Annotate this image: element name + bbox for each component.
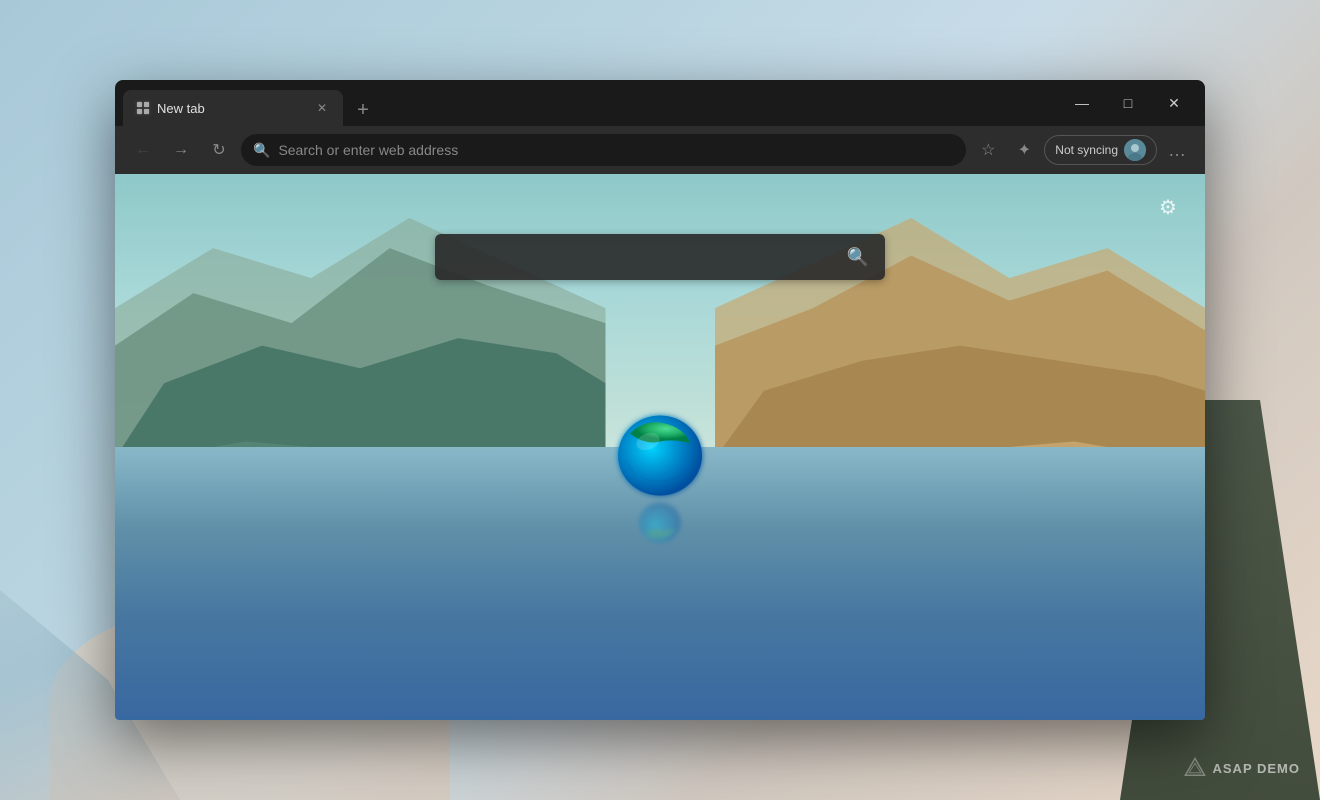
close-button[interactable]: ✕ [1151, 87, 1197, 119]
edge-logo [610, 404, 710, 504]
toolbar: ← → ↻ 🔍 Search or enter web address ☆ ✦ … [115, 126, 1205, 174]
edge-logo-container [610, 404, 710, 549]
minimize-button[interactable]: — [1059, 87, 1105, 119]
search-box[interactable]: 🔍 [435, 234, 885, 280]
collections-button[interactable]: ✦ [1008, 134, 1040, 166]
profile-avatar [1124, 139, 1146, 161]
window-controls: — □ ✕ [1059, 87, 1197, 119]
mountain-left [115, 174, 606, 458]
ellipsis-icon: … [1168, 140, 1186, 161]
sync-label: Not syncing [1055, 143, 1118, 157]
star-icon: ☆ [981, 140, 995, 160]
back-button[interactable]: ← [127, 134, 159, 166]
maximize-button[interactable]: □ [1105, 87, 1151, 119]
gear-icon: ⚙ [1159, 195, 1177, 220]
favorites-button[interactable]: ☆ [972, 134, 1004, 166]
sync-button[interactable]: Not syncing [1044, 135, 1157, 165]
mountain-right [715, 174, 1206, 458]
search-icon: 🔍 [847, 247, 869, 268]
watermark: ASAP DEMO [1183, 756, 1301, 780]
address-text: Search or enter web address [278, 142, 954, 158]
tab-strip: New tab ✕ + [123, 80, 1059, 126]
title-bar: New tab ✕ + — □ ✕ [115, 80, 1205, 126]
tab-favicon [135, 100, 151, 116]
tab-close-button[interactable]: ✕ [313, 99, 331, 117]
refresh-button[interactable]: ↻ [203, 134, 235, 166]
page-settings-button[interactable]: ⚙ [1151, 190, 1185, 224]
edge-logo-reflection [620, 499, 700, 549]
browser-window: New tab ✕ + — □ ✕ ← → ↻ 🔍 [115, 80, 1205, 720]
forward-button[interactable]: → [165, 134, 197, 166]
more-options-button[interactable]: … [1161, 134, 1193, 166]
toolbar-actions: ☆ ✦ Not syncing … [972, 134, 1193, 166]
search-container: 🔍 [435, 234, 885, 280]
search-address-icon: 🔍 [253, 142, 270, 159]
tab-title: New tab [157, 101, 307, 116]
new-tab-page: ⚙ 🔍 [115, 174, 1205, 720]
collections-icon: ✦ [1018, 140, 1031, 160]
active-tab[interactable]: New tab ✕ [123, 90, 343, 126]
new-tab-button[interactable]: + [347, 94, 379, 126]
address-bar[interactable]: 🔍 Search or enter web address [241, 134, 966, 166]
